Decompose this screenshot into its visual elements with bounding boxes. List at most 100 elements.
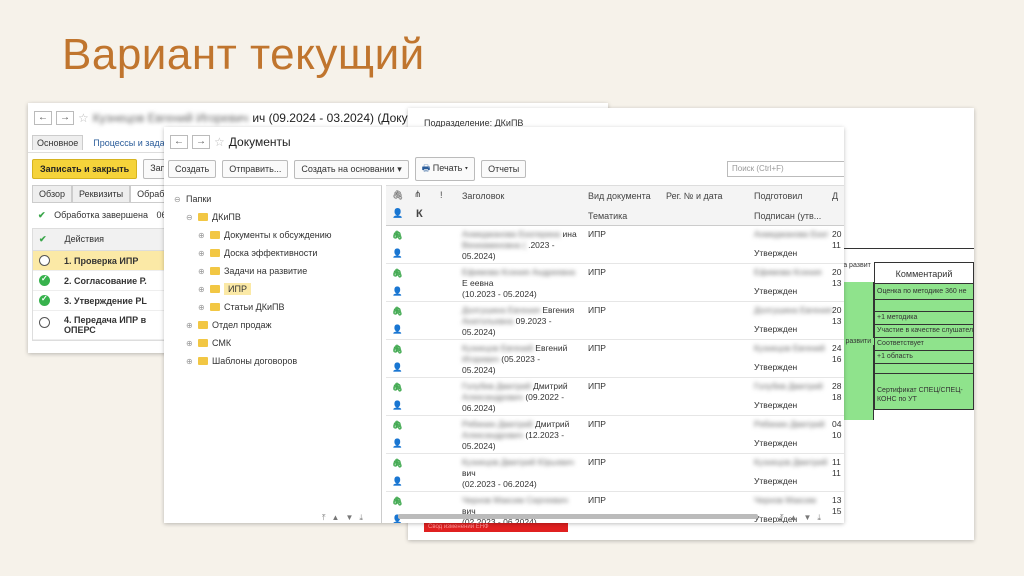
scroll-top-icon[interactable]: ⤒ bbox=[322, 513, 326, 523]
tree-item[interactable]: ⊕ Задачи на развитие bbox=[164, 262, 381, 280]
scroll-bottom-icon[interactable]: ⤓ bbox=[359, 513, 363, 523]
document-type: ИПР bbox=[588, 419, 606, 429]
document-row[interactable]: 🖇 👤 Кузнецов Дмитрий Юрьевич вич (02.2023 -… bbox=[386, 454, 844, 492]
tree-item-label: ДКиПВ bbox=[212, 212, 241, 222]
document-row[interactable]: 🖇 👤 Ефимова Ксения Андреевна Е еевна (10.20… bbox=[386, 264, 844, 302]
col-theme[interactable]: Тематика bbox=[588, 211, 627, 221]
tree-item-label: Статьи ДКиПВ bbox=[224, 302, 285, 312]
person-icon: 👤 bbox=[392, 476, 403, 486]
col-k[interactable]: К bbox=[416, 208, 423, 220]
document-date-2: 15 bbox=[832, 506, 842, 516]
tree-item-label: Доска эффективности bbox=[224, 248, 318, 258]
document-row[interactable]: 🖇 👤 Ахмеджанова Екатерина ина Вениаминовна … bbox=[386, 226, 844, 264]
folder-icon bbox=[210, 285, 220, 293]
prepared-by-blurred: Рябинин Дмитрий bbox=[754, 419, 825, 429]
star-icon[interactable]: ☆ bbox=[78, 111, 89, 125]
scroll-up-icon[interactable]: ▲ bbox=[790, 513, 798, 523]
comment-cell: Оценка по методике 360 не bbox=[874, 284, 974, 300]
title-name-part: Евгений bbox=[535, 343, 568, 353]
col-importance[interactable]: ! bbox=[440, 190, 443, 200]
expand-icon[interactable]: ⊕ bbox=[198, 285, 206, 294]
scroll-up-icon[interactable]: ▲ bbox=[332, 513, 340, 523]
scroll-bottom-icon[interactable]: ⤓ bbox=[817, 513, 821, 523]
attachment-icon: 🖇 bbox=[392, 382, 403, 392]
collapse-icon[interactable]: ⊖ bbox=[186, 213, 194, 222]
document-title: Голубев Дмитрий Дмитрий Александрович (09… bbox=[462, 381, 582, 414]
tree-item[interactable]: ⊕ ИПР bbox=[164, 280, 381, 298]
expand-icon[interactable]: ⊕ bbox=[198, 303, 206, 312]
forward-arrow-icon[interactable]: → bbox=[56, 111, 74, 125]
actions-header: Действия bbox=[64, 234, 104, 244]
tree-item[interactable]: ⊕ Шаблоны договоров bbox=[164, 352, 381, 370]
attachment-icon: 🖇 bbox=[392, 420, 403, 430]
document-row[interactable]: 🖇 👤 Рябинин Дмитрий Дмитрий Александрович (… bbox=[386, 416, 844, 454]
create-based-on-button[interactable]: Создать на основании ▾ bbox=[294, 159, 409, 179]
expand-icon[interactable]: ⊕ bbox=[186, 357, 194, 366]
col-regnum[interactable]: Рег. № и дата bbox=[666, 191, 723, 201]
expand-icon[interactable]: ⊕ bbox=[186, 321, 194, 330]
title-name-blurred: Рябинин Дмитрий bbox=[462, 419, 533, 429]
title-patronymic-blurred: Анатольевна bbox=[462, 316, 514, 326]
title-period-part: (09.2022 - bbox=[525, 392, 565, 402]
col-doctype[interactable]: Вид документа bbox=[588, 191, 651, 201]
tree-item[interactable]: ⊖ Папки bbox=[164, 190, 381, 208]
title-period: (02.2023 - 06.2024) bbox=[462, 479, 537, 489]
print-button[interactable]: 🖶 Печать ▾ bbox=[414, 157, 476, 181]
document-row[interactable]: 🖇 👤 Кузнецов Евгений Евгений Игоревич (05.2… bbox=[386, 340, 844, 378]
tree-item[interactable]: ⊕ СМК bbox=[164, 334, 381, 352]
document-title: Ахмеджанова Екатерина ина Вениаминовна ( … bbox=[462, 229, 582, 262]
document-row[interactable]: 🖇 👤 Долгушина Евгения Евгения Анатольевна 0… bbox=[386, 302, 844, 340]
expand-icon[interactable]: ⊕ bbox=[198, 267, 206, 276]
back-arrow-icon[interactable]: ← bbox=[34, 111, 52, 125]
title-period-end: 05.2024) bbox=[462, 327, 496, 337]
person-icon: 👤 bbox=[392, 208, 404, 218]
document-title: Долгушина Евгения Евгения Анатольевна 09.… bbox=[462, 305, 582, 338]
document-title: Ефимова Ксения Андреевна Е еевна (10.2023… bbox=[462, 267, 582, 300]
tree-item[interactable]: ⊕ Статьи ДКиПВ bbox=[164, 298, 381, 316]
document-type: ИПР bbox=[588, 229, 606, 239]
col-signed[interactable]: Подписан (утв... bbox=[754, 211, 821, 221]
folder-tree: ⊖ Папки ⊖ ДКиПВ ⊕ Документы к обсуждению ⊕ Доск… bbox=[164, 185, 382, 523]
col-prepared[interactable]: Подготовил bbox=[754, 191, 803, 201]
col-date[interactable]: Д bbox=[832, 191, 838, 201]
reports-button[interactable]: Отчеты bbox=[481, 160, 527, 178]
star-icon[interactable]: ☆ bbox=[214, 135, 225, 149]
save-and-close-button[interactable]: Записать и закрыть bbox=[32, 159, 138, 179]
document-row[interactable]: 🖇 👤 Голубев Дмитрий Дмитрий Александрович (… bbox=[386, 378, 844, 416]
expand-icon[interactable]: ⊕ bbox=[186, 339, 194, 348]
search-input[interactable]: Поиск (Ctrl+F) bbox=[727, 161, 844, 177]
step-label: 1. Проверка ИПР bbox=[64, 255, 139, 266]
window-titlebar: ← → ☆ Документы bbox=[164, 127, 844, 157]
comment-cell: Соответствует bbox=[874, 338, 974, 351]
person-icon: 👤 bbox=[392, 362, 403, 372]
tree-item[interactable]: ⊕ Отдел продаж bbox=[164, 316, 381, 334]
document-title: Кузнецов Дмитрий Юрьевич вич (02.2023 - 0… bbox=[462, 457, 582, 490]
back-arrow-icon[interactable]: ← bbox=[170, 135, 188, 149]
expand-icon[interactable]: ⊕ bbox=[198, 231, 206, 240]
prepared-by-blurred: Голубев Дмитрий bbox=[754, 381, 823, 391]
scroll-down-icon[interactable]: ▼ bbox=[803, 513, 811, 523]
tab-main[interactable]: Основное bbox=[32, 135, 84, 150]
subtab-overview[interactable]: Обзор bbox=[32, 185, 72, 202]
document-date: 13 bbox=[832, 495, 842, 505]
tree-item[interactable]: ⊖ ДКиПВ bbox=[164, 208, 381, 226]
attachment-icon: 🖇 bbox=[392, 268, 403, 278]
scroll-down-icon[interactable]: ▼ bbox=[345, 513, 353, 523]
scroll-top-icon[interactable]: ⤒ bbox=[780, 513, 784, 523]
forward-arrow-icon[interactable]: → bbox=[192, 135, 210, 149]
title-period-part: (12.2023 - bbox=[525, 430, 565, 440]
attachment-icon: 🖇 bbox=[392, 458, 403, 468]
send-button[interactable]: Отправить... bbox=[222, 160, 289, 178]
collapse-icon[interactable]: ⊖ bbox=[174, 195, 182, 204]
subtab-details[interactable]: Реквизиты bbox=[72, 185, 131, 202]
tree-item[interactable]: ⊕ Доска эффективности bbox=[164, 244, 381, 262]
person-icon: 👤 bbox=[392, 400, 403, 410]
expand-icon[interactable]: ⊕ bbox=[198, 249, 206, 258]
horizontal-scrollbar[interactable] bbox=[398, 514, 758, 519]
done-status-icon bbox=[39, 294, 50, 306]
col-title[interactable]: Заголовок bbox=[462, 191, 504, 201]
create-button[interactable]: Создать bbox=[168, 160, 217, 178]
folder-icon bbox=[210, 231, 220, 239]
title-name-blurred: Кузнецов Евгений bbox=[462, 343, 533, 353]
tree-item[interactable]: ⊕ Документы к обсуждению bbox=[164, 226, 381, 244]
